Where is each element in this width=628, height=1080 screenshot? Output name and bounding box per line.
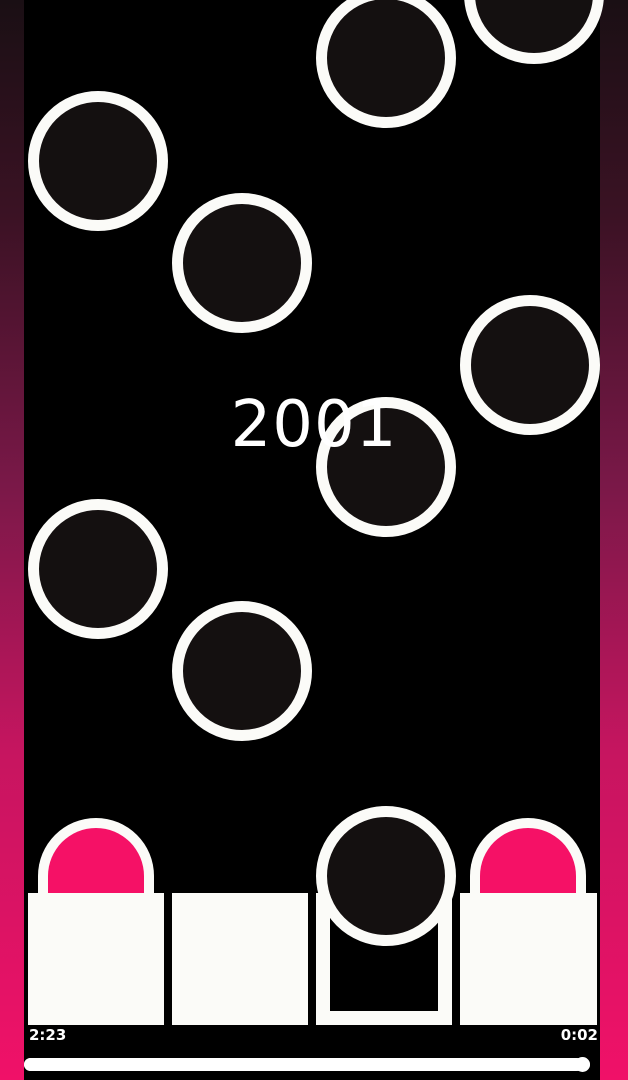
song-progress-knob[interactable] <box>574 1057 590 1072</box>
note <box>464 0 604 64</box>
note <box>28 499 168 639</box>
lane-4-pad[interactable] <box>460 893 597 1025</box>
score-display: 2001 <box>230 388 398 462</box>
elapsed-time: 2:23 <box>29 1026 67 1044</box>
right-gradient-border <box>600 0 628 1080</box>
lane-1-hit-fill <box>48 828 144 898</box>
note <box>316 0 456 128</box>
note <box>28 91 168 231</box>
lane-1-hit-indicator <box>38 818 154 898</box>
note <box>172 193 312 333</box>
lane-2-pad[interactable] <box>172 893 308 1025</box>
lane-1-pad[interactable] <box>28 893 164 1025</box>
left-gradient-border <box>0 0 24 1080</box>
lane-4-hit-indicator <box>470 818 586 898</box>
game-stage: 2001 2:23 0:02 <box>0 0 628 1080</box>
remaining-time: 0:02 <box>560 1026 598 1044</box>
song-progress-bar[interactable] <box>24 1057 590 1072</box>
lane-4-hit-fill <box>480 828 576 898</box>
note <box>172 601 312 741</box>
note <box>316 806 456 946</box>
song-progress-fill <box>24 1058 582 1071</box>
